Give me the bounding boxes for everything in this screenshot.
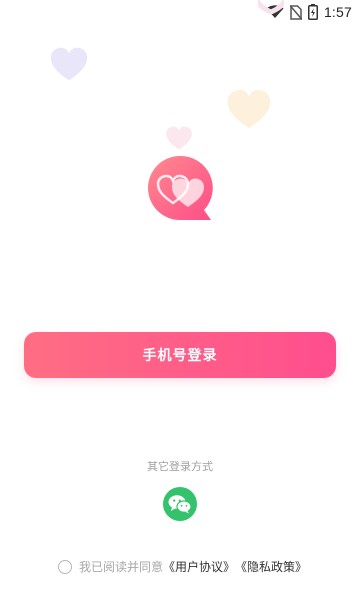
- status-bar: 1:57: [0, 0, 360, 24]
- privacy-policy-link[interactable]: 《隐私政策》: [235, 558, 307, 575]
- wechat-icon: [168, 495, 192, 514]
- agreement: 我已阅读并同意 《用户协议》 《隐私政策》: [58, 558, 307, 575]
- app-logo: [145, 153, 217, 225]
- no-sim-icon: [289, 4, 302, 20]
- status-time: 1:57: [323, 4, 352, 20]
- heart-icon: [258, 0, 284, 14]
- other-login-label: 其它登录方式: [147, 460, 213, 473]
- user-agreement-link[interactable]: 《用户协议》: [163, 558, 235, 575]
- agreement-text: 我已阅读并同意: [79, 560, 164, 574]
- heart-icon: [50, 47, 88, 81]
- wechat-login-button[interactable]: [163, 487, 197, 521]
- battery-charging-icon: [307, 4, 318, 20]
- heart-icon: [227, 89, 271, 129]
- double-heart-chat-bubble-icon: [148, 155, 213, 220]
- heart-icon: [166, 126, 192, 150]
- agreement-checkbox[interactable]: [58, 559, 72, 574]
- phone-login-button[interactable]: 手机号登录: [24, 332, 336, 378]
